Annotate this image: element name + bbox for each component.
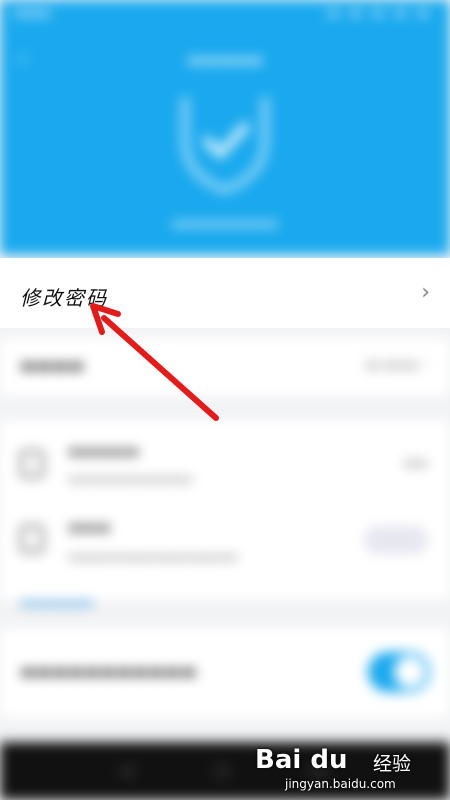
watermark-text: 经验 — [373, 753, 412, 775]
annotation-arrow — [90, 303, 219, 421]
baidu-watermark: Bai du 经验 jingyan.baidu.com — [255, 745, 440, 795]
baidu-logo: Bai du — [255, 745, 348, 775]
watermark-url: jingyan.baidu.com — [285, 777, 396, 791]
